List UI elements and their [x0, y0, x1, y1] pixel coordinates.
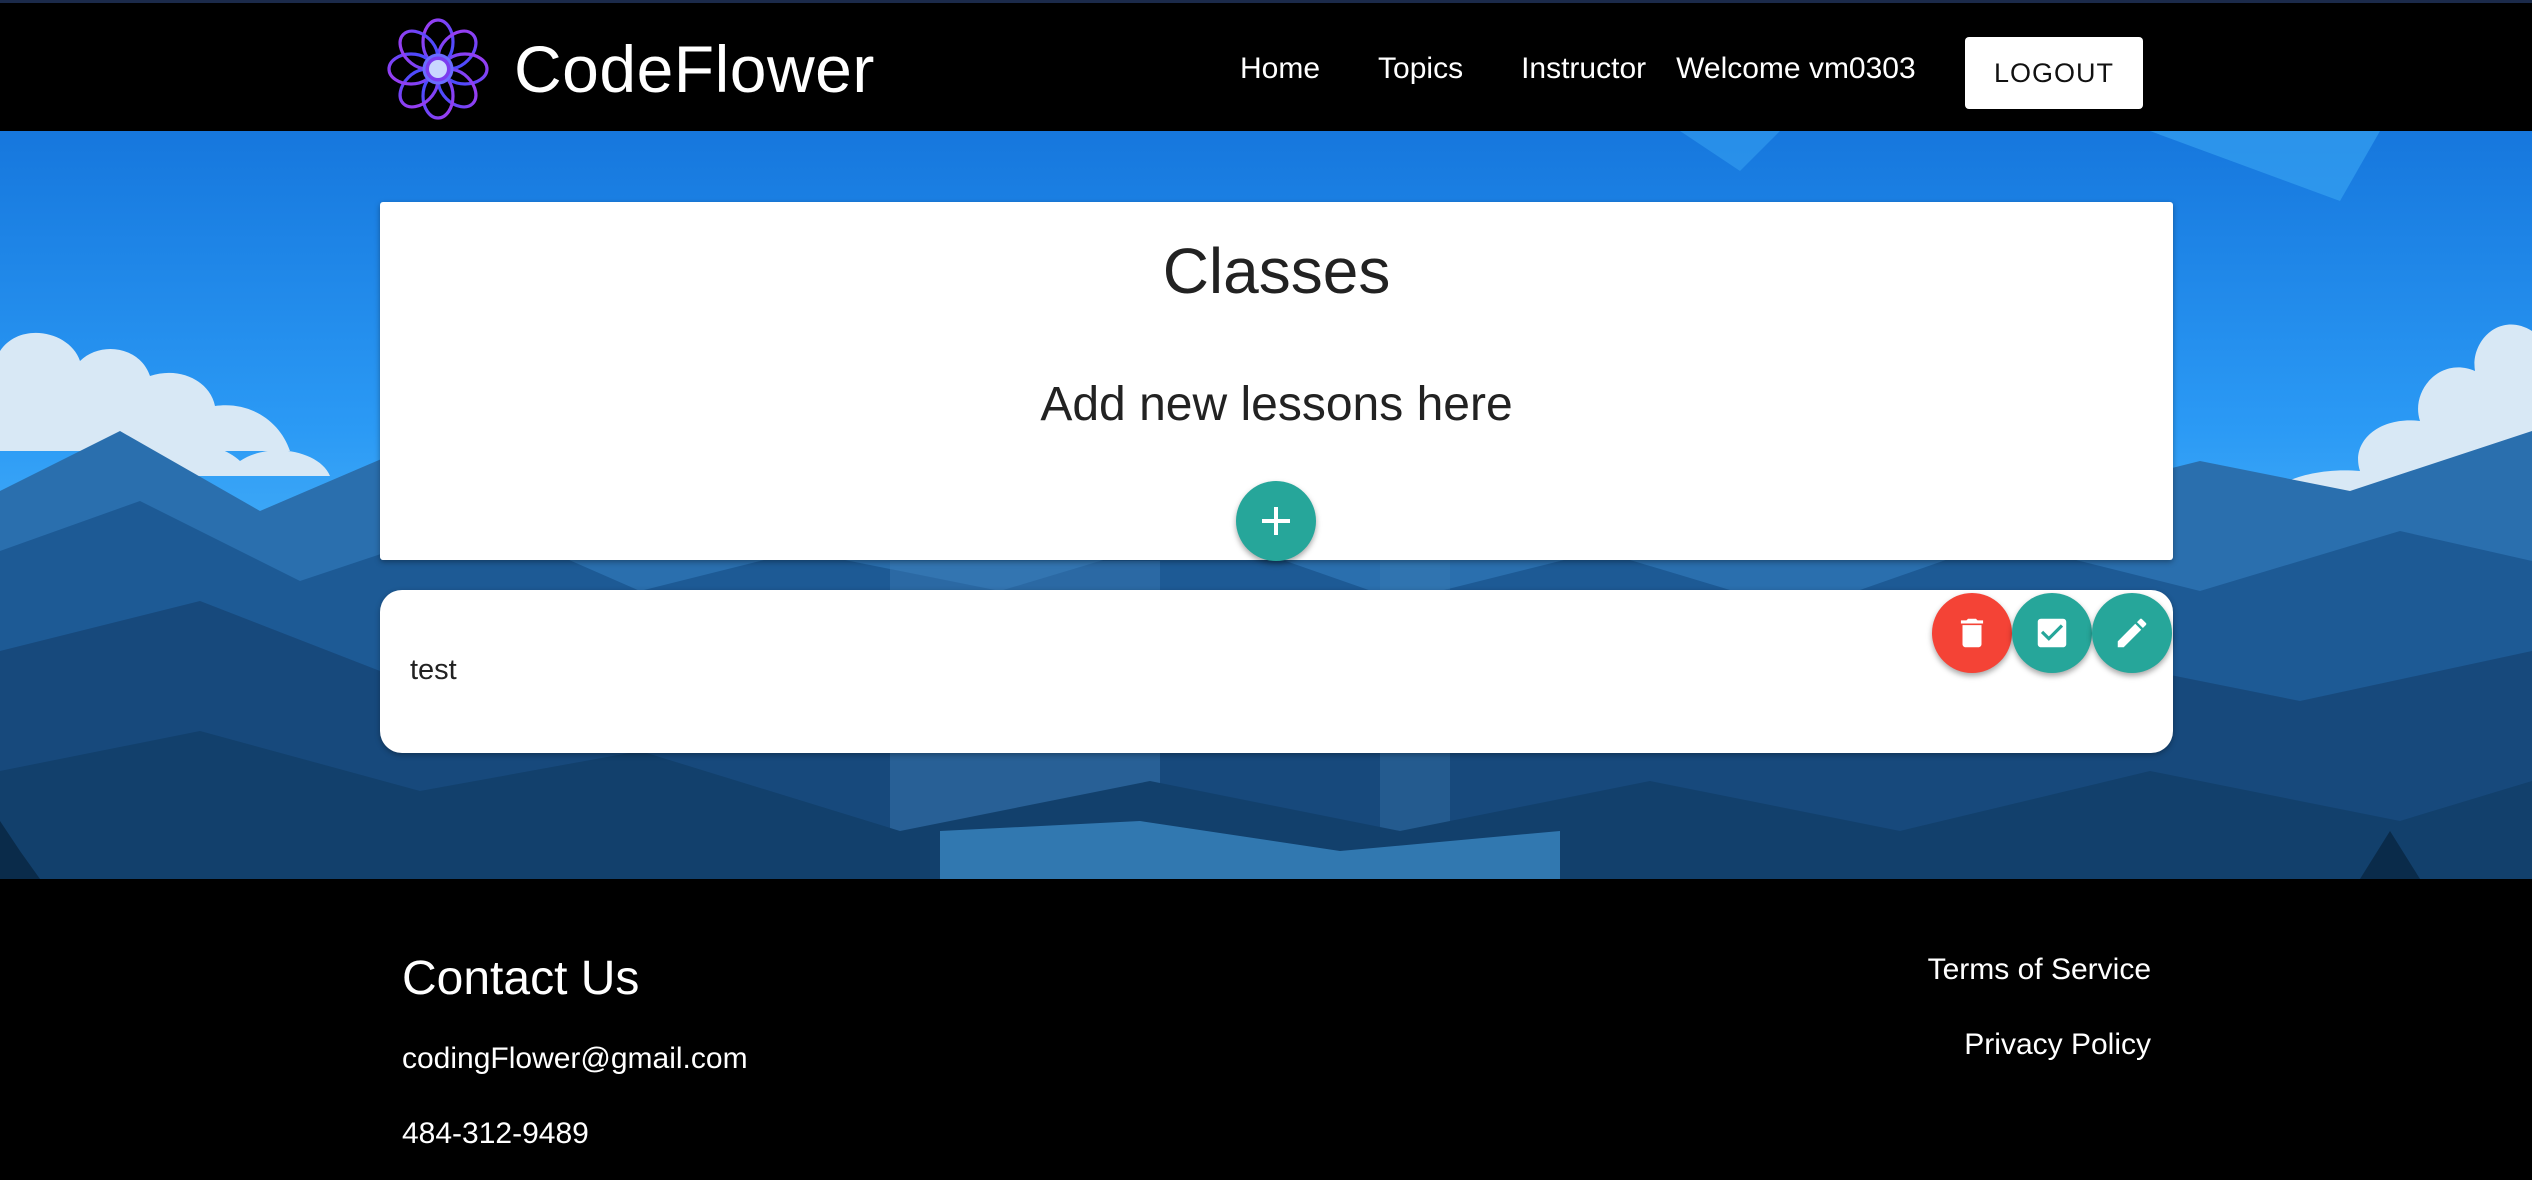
footer: Contact Us codingFlower@gmail.com 484-31…	[0, 879, 2532, 1180]
terms-of-service-link[interactable]: Terms of Service	[1928, 953, 2151, 987]
lesson-card[interactable]: test	[380, 590, 2173, 753]
complete-lesson-button[interactable]	[2012, 593, 2092, 673]
checkbox-icon	[2037, 618, 2067, 648]
nav-link-home[interactable]: Home	[1240, 52, 1320, 86]
nav-link-instructor[interactable]: Instructor	[1521, 52, 1646, 86]
nav-link-topics[interactable]: Topics	[1378, 52, 1463, 86]
lesson-title: test	[410, 654, 457, 686]
classes-title: Classes	[1162, 235, 1391, 307]
brand-name: CodeFlower	[514, 32, 875, 106]
contact-phone: 484-312-9489	[402, 1117, 589, 1150]
hero-section: Classes Add new lessons here test	[0, 131, 2532, 879]
trash-icon	[1960, 618, 1984, 648]
pencil-icon	[2117, 618, 2147, 648]
logout-button[interactable]: LOGOUT	[1965, 37, 2143, 109]
privacy-policy-link[interactable]: Privacy Policy	[1964, 1028, 2151, 1062]
plus-icon	[1262, 507, 1290, 535]
nav-links: Home Topics Instructor Welcome vm0303	[1240, 3, 1916, 134]
contact-title: Contact Us	[402, 952, 640, 1005]
contact-email[interactable]: codingFlower@gmail.com	[402, 1042, 748, 1076]
add-lesson-button[interactable]	[1236, 481, 1316, 561]
welcome-text: Welcome vm0303	[1676, 51, 1916, 85]
navbar: CodeFlower Home Topics Instructor Welcom…	[0, 0, 2532, 131]
delete-lesson-button[interactable]	[1932, 593, 2012, 673]
edit-lesson-button[interactable]	[2092, 593, 2172, 673]
brand[interactable]: CodeFlower	[386, 17, 875, 121]
flower-logo-icon	[387, 18, 489, 120]
classes-subtitle: Add new lessons here	[1040, 378, 1513, 431]
